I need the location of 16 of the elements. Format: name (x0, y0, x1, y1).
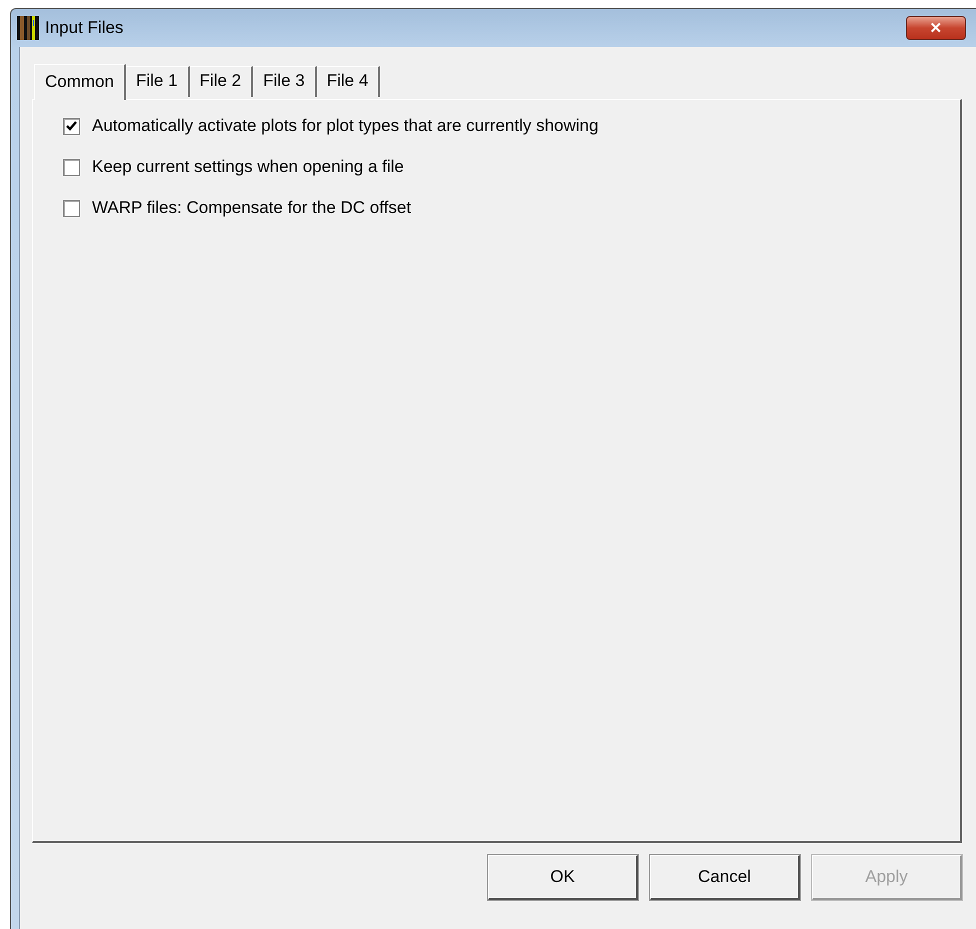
checkbox-label: Automatically activate plots for plot types that are currently showing (92, 116, 598, 136)
tab[interactable]: File 4 (316, 66, 380, 97)
tab[interactable]: Common (34, 64, 126, 100)
close-button[interactable]: ✕ (906, 16, 966, 40)
tab[interactable]: File 3 (253, 66, 317, 97)
checkbox[interactable] (63, 118, 80, 134)
bars-icon (17, 16, 39, 40)
checkbox-label: Keep current settings when opening a file (92, 157, 404, 177)
tab[interactable]: File 2 (190, 66, 254, 97)
dialog-button[interactable]: OK (488, 855, 638, 900)
dialog-button[interactable]: Cancel (650, 855, 800, 900)
tab[interactable]: File 1 (126, 66, 190, 97)
checkbox[interactable] (63, 158, 80, 176)
window-title: Input Files (45, 18, 124, 38)
checkbox[interactable] (63, 200, 80, 216)
checkbox-label: WARP files: Compensate for the DC offset (92, 198, 412, 218)
